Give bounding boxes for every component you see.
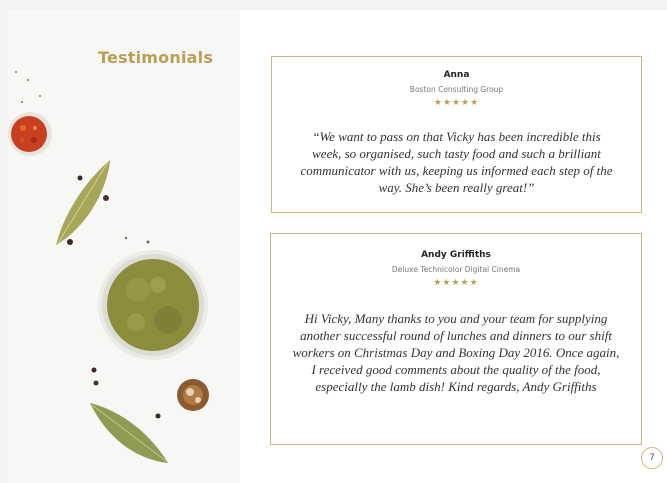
testimonial-quote: “We want to pass on that Vicky has been … (300, 129, 613, 195)
page-number-badge: 7 (641, 447, 663, 469)
testimonial-author: Anna (443, 70, 470, 80)
page-title: Testimonials (98, 48, 214, 67)
rating-stars-icon: ★★★★★ (433, 97, 480, 107)
spices-photo-panel: Testimonials (8, 10, 240, 483)
testimonial-card: Anna Boston Consulting Group ★★★★★ “We w… (271, 56, 642, 213)
testimonial-company: Deluxe Technicolor Digital Cinema (391, 265, 521, 274)
document-page: Testimonials Anna Boston Consulting Grou… (8, 10, 667, 483)
testimonial-company: Boston Consulting Group (409, 85, 504, 94)
spices-illustration (8, 71, 209, 463)
rating-stars-icon: ★★★★★ (433, 277, 479, 287)
testimonial-quote: Hi Vicky, Many thanks to you and your te… (292, 311, 620, 394)
testimonial-card: Andy Griffiths Deluxe Technicolor Digita… (270, 233, 642, 445)
testimonial-author: Andy Griffiths (421, 250, 491, 260)
